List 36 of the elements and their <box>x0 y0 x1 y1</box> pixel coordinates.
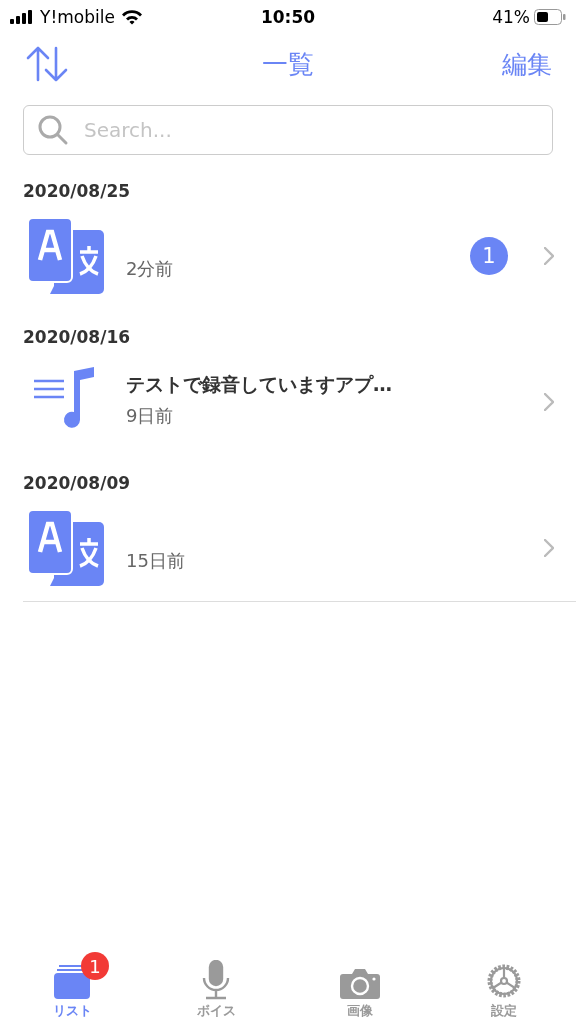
sort-icon[interactable] <box>26 46 68 82</box>
settings-icon <box>485 962 523 1000</box>
notification-badge: 1 <box>81 952 109 980</box>
search-icon <box>37 114 69 146</box>
battery-percent: 41% <box>492 6 530 27</box>
tab-item[interactable]: 1 リスト <box>0 948 144 1020</box>
list-item[interactable]: 2分前 1 <box>0 211 576 301</box>
search-field[interactable]: Search... <box>23 105 553 155</box>
battery-icon <box>534 8 566 25</box>
tab-item[interactable]: 画像 <box>288 948 432 1020</box>
recording-title: テストで録音していますアプ… <box>126 372 393 397</box>
count-badge: 1 <box>470 237 508 275</box>
clock-time: 10:50 <box>260 6 316 27</box>
list-item[interactable]: 15日前 <box>0 503 576 593</box>
folder-stack-icon <box>53 964 91 1000</box>
microphone-icon <box>201 960 231 1000</box>
tab-item[interactable]: ボイス <box>144 948 288 1020</box>
chevron-icon <box>544 539 554 557</box>
chevron-icon <box>544 247 554 265</box>
section-date: 2020/08/25 <box>22 180 132 201</box>
tab-item[interactable]: 設定 <box>432 948 576 1020</box>
translate-icon <box>26 216 106 296</box>
signal-icon <box>10 9 34 24</box>
time-ago: 2分前 <box>126 257 175 281</box>
time-ago: 9日前 <box>126 404 175 428</box>
wifi-icon <box>120 8 143 25</box>
page-title: 一覧 <box>262 47 314 81</box>
chevron-icon <box>544 393 554 411</box>
section-date: 2020/08/16 <box>22 326 132 347</box>
list-item[interactable]: テストで録音していますアプ… 9日前 <box>0 357 576 447</box>
camera-icon <box>339 968 381 1000</box>
carrier-name: Y!mobile <box>40 6 115 27</box>
section-date: 2020/08/09 <box>22 472 132 493</box>
edit-button[interactable]: 編集 <box>502 47 552 81</box>
translate-icon <box>26 508 106 588</box>
time-ago: 15日前 <box>126 549 186 573</box>
